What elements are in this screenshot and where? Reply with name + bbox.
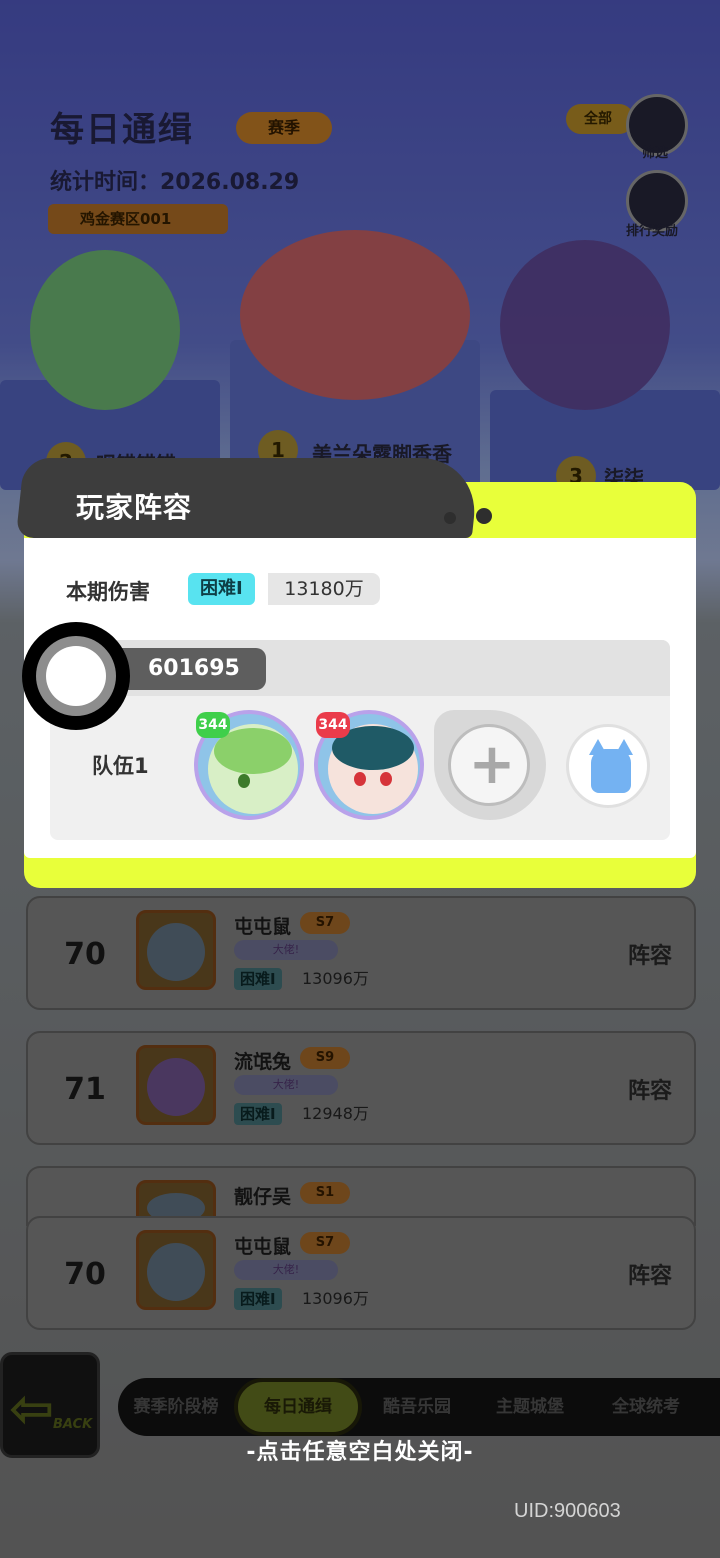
hero-eye — [380, 772, 392, 786]
hero-slot-2[interactable]: 344 — [314, 710, 424, 820]
hero-level-badge: 344 — [316, 712, 350, 738]
hero-level-badge: 344 — [196, 712, 230, 738]
hero-eye — [238, 774, 250, 788]
difficulty-tag: 困难Ⅰ — [188, 573, 255, 605]
add-circle: + — [448, 724, 530, 806]
team-label: 队伍1 — [92, 754, 149, 778]
decor-dot — [476, 508, 492, 524]
decor-dot — [444, 512, 456, 524]
hero-eye — [354, 772, 366, 786]
close-hint: -点击任意空白处关闭- — [246, 1440, 474, 1465]
hero-slot-1[interactable]: 344 — [194, 710, 304, 820]
modal-title: 玩家阵容 — [76, 491, 193, 524]
damage-value: 13180万 — [268, 573, 380, 605]
damage-label: 本期伤害 — [66, 580, 150, 604]
plus-icon: + — [468, 732, 516, 797]
lineup-modal: 玩家阵容 本期伤害 13180万 困难Ⅰ 601695 队伍1 344 344 … — [15, 458, 696, 888]
user-id: UID:900603 — [514, 1500, 621, 1522]
add-hero-slot[interactable]: + — [434, 710, 546, 820]
player-avatar[interactable] — [22, 622, 130, 730]
avatar-placeholder — [46, 646, 106, 706]
pet-slot[interactable] — [566, 724, 650, 808]
blue-cat-pet-icon — [591, 749, 631, 793]
